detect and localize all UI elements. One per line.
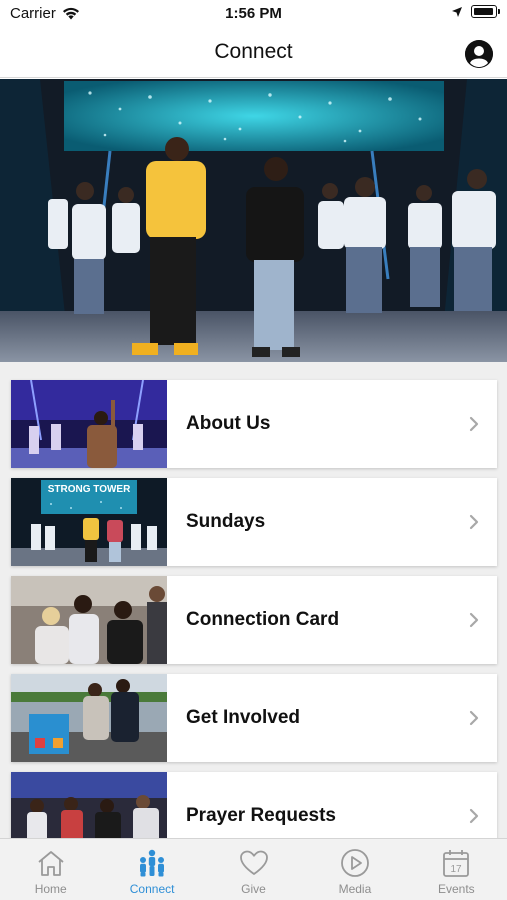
- tab-bar: Home Connect Give Media 17 Events: [0, 838, 507, 900]
- hero-image: [0, 79, 507, 362]
- get-involved-thumbnail: [11, 674, 167, 762]
- chevron-right-icon: [469, 612, 479, 628]
- tab-events[interactable]: 17 Events: [406, 839, 507, 900]
- tab-label: Events: [437, 882, 475, 896]
- about-us-thumbnail: [11, 380, 167, 468]
- calendar-icon: 17: [443, 850, 470, 877]
- sundays-thumbnail: STRONG TOWER: [11, 478, 167, 566]
- battery-icon: [471, 5, 500, 18]
- list-item-sundays[interactable]: STRONG TOWER Sundays: [11, 478, 497, 566]
- list-item-connection-card[interactable]: Connection Card: [11, 576, 497, 664]
- location-arrow-icon: [452, 6, 462, 17]
- list-item-prayer-requests[interactable]: Prayer Requests: [11, 772, 497, 838]
- house-icon: [38, 851, 64, 876]
- chevron-right-icon: [469, 710, 479, 726]
- calendar-day-number: 17: [451, 864, 463, 875]
- status-bar: Carrier 1:56 PM: [0, 0, 507, 28]
- tab-label: Connect: [129, 882, 175, 896]
- nav-bar: Connect: [0, 28, 507, 78]
- chevron-right-icon: [469, 808, 479, 824]
- tab-media[interactable]: Media: [304, 839, 405, 900]
- user-icon: [465, 40, 493, 68]
- chevron-right-icon: [469, 416, 479, 432]
- hero-photo: [0, 79, 507, 362]
- connection-card-thumbnail: [11, 576, 167, 664]
- list-item-label: Sundays: [186, 511, 266, 532]
- tab-connect[interactable]: Connect: [101, 839, 202, 900]
- tab-label: Give: [241, 882, 266, 896]
- status-time: 1:56 PM: [225, 5, 282, 22]
- tab-label: Home: [34, 882, 67, 896]
- list-item-label: Get Involved: [186, 707, 301, 728]
- page-title: Connect: [214, 40, 293, 63]
- status-right: [451, 5, 500, 18]
- people-icon: [140, 849, 165, 877]
- profile-button[interactable]: [465, 40, 493, 68]
- tab-give[interactable]: Give: [203, 839, 304, 900]
- list-item-get-involved[interactable]: Get Involved: [11, 674, 497, 762]
- tab-home[interactable]: Home: [0, 839, 101, 900]
- tab-label: Media: [338, 882, 372, 896]
- list-item-label: Prayer Requests: [186, 805, 336, 826]
- list-item-label: Connection Card: [186, 609, 340, 630]
- sundays-thumb-text: STRONG TOWER: [48, 484, 131, 495]
- heart-icon: [239, 850, 268, 875]
- connect-list: About Us STRONG TOWER Sundays Connection…: [0, 362, 507, 838]
- list-item-about-us[interactable]: About Us: [11, 380, 497, 468]
- play-circle-icon: [341, 849, 369, 877]
- chevron-right-icon: [469, 514, 479, 530]
- list-item-label: About Us: [186, 413, 271, 434]
- prayer-requests-thumbnail: [11, 772, 167, 838]
